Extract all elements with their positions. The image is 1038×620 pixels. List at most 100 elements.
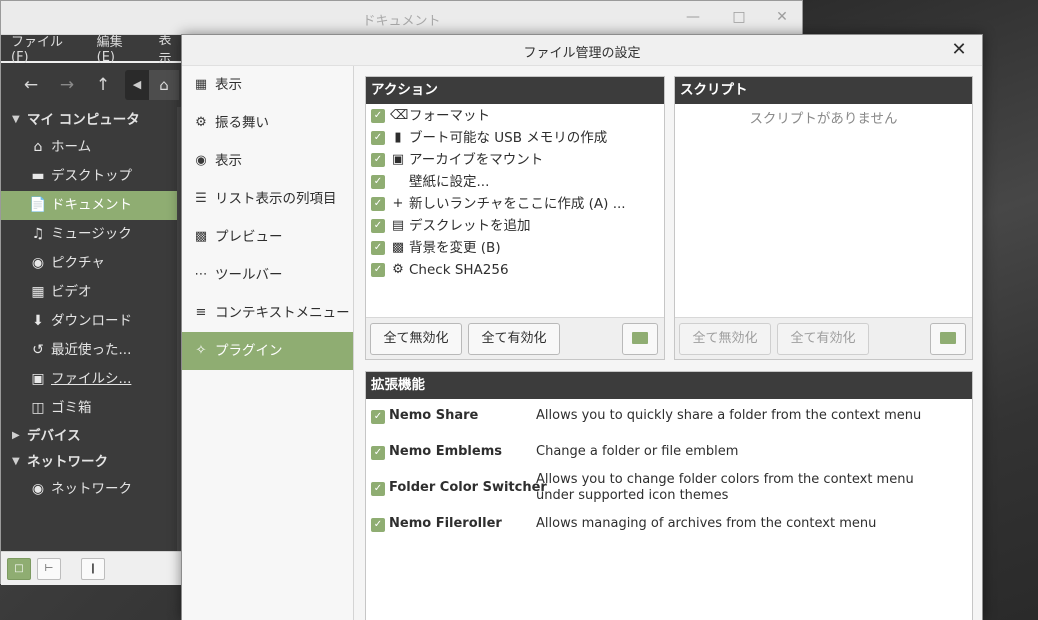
forward-arrow-icon[interactable]: → [49,70,85,100]
action-label: フォーマット [409,108,490,124]
scripts-open-folder-button[interactable] [930,323,966,355]
action-row[interactable]: ✓ ⌫ フォーマット [366,105,664,127]
sidebar-item-network[interactable]: ◉ ネットワーク [1,475,177,504]
menu-file[interactable]: ファイル (F) [11,31,81,65]
film-icon: ▦ [31,284,45,300]
extension-name: Nemo Emblems [389,444,502,459]
document-icon: 📄 [29,197,47,213]
sidebar-item-videos[interactable]: ▦ ビデオ [1,278,177,307]
sidebar-item-music[interactable]: ♫ ミュージック [1,220,177,249]
nav-item-label: 表示 [215,77,242,93]
nav-item-context-menu[interactable]: ≡ コンテキストメニュー [182,294,353,332]
nav-item-label: 振る舞い [215,115,269,131]
checkbox-checked-icon[interactable]: ✓ [371,109,385,123]
extension-name: Folder Color Switcher [389,480,547,495]
scripts-header: スクリプト [675,77,972,104]
sidebar-section-label: デバイス [27,428,81,444]
sidebar-item-home[interactable]: ⌂ ホーム [1,133,177,162]
sidebar-item-downloads[interactable]: ⬇ ダウンロード [1,307,177,336]
actions-disable-all-button[interactable]: 全て無効化 [370,323,462,355]
checkbox-checked-icon[interactable]: ✓ [371,410,385,424]
sidebar-section-network[interactable]: ▼ ネットワーク [1,449,177,475]
eye-icon: ◉ [195,153,207,168]
checkbox-checked-icon[interactable]: ✓ [371,175,385,189]
action-row[interactable]: ✓ ▩ 背景を変更 (B) [366,237,664,259]
nav-item-display[interactable]: ◉ 表示 [182,142,353,180]
dots-icon: ⋯ [194,267,208,282]
maximize-icon[interactable]: □ [729,7,749,27]
action-row[interactable]: ✓ + 新しいランチャをここに作成 (A) ... [366,193,664,215]
path-left-arrow-icon[interactable]: ◀ [125,70,149,100]
actions-enable-all-button[interactable]: 全て有効化 [468,323,560,355]
action-row[interactable]: ✓ ▮ ブート可能な USB メモリの作成 [366,127,664,149]
folder-icon [632,331,648,344]
checkbox-checked-icon[interactable]: ✓ [371,241,385,255]
checkbox-checked-icon[interactable]: ✓ [371,482,385,496]
action-row[interactable]: ✓ 壁紙に設定... [366,171,664,193]
scripts-disable-all-button[interactable]: 全て無効化 [679,323,771,355]
extension-name: Nemo Fileroller [389,516,502,531]
checkbox-checked-icon[interactable]: ✓ [371,263,385,277]
file-manager-titlebar[interactable]: ドキュメント — □ ✕ [1,1,802,35]
sidebar-section-devices[interactable]: ▶ デバイス [1,423,177,449]
path-home-icon[interactable]: ⌂ [149,70,179,100]
file-manager-statusbar: □ ⊢ ❙ [1,551,183,585]
up-arrow-icon[interactable]: ↑ [85,70,121,100]
action-row[interactable]: ✓ ⚙ Check SHA256 [366,259,664,281]
menu-icon: ≡ [195,305,207,320]
desklet-icon: ▤ [391,218,405,233]
nav-item-list-columns[interactable]: ☰ リスト表示の列項目 [182,180,353,218]
close-icon[interactable]: ✕ [772,7,792,27]
menu-edit[interactable]: 編集 (E) [97,31,143,65]
checkbox-checked-icon[interactable]: ✓ [371,518,385,532]
sidebar-item-label: ネットワーク [51,481,132,497]
sidebar-item-label: ホーム [51,139,92,155]
back-arrow-icon[interactable]: ← [13,70,49,100]
actions-open-folder-button[interactable] [622,323,658,355]
action-row[interactable]: ✓ ▤ デスクレットを追加 [366,215,664,237]
hide-sidebar-icon[interactable]: ❙ [81,558,105,580]
usb-icon: ▮ [394,130,402,145]
tree-toggle-icon[interactable]: ⊢ [37,558,61,580]
action-label: デスクレットを追加 [409,218,531,234]
sidebar-item-label: ドキュメント [51,197,132,213]
image-icon: ▩ [194,229,208,244]
sidebar-item-filesystem[interactable]: ▣ ファイルシ... [1,365,177,394]
extension-description: Allows managing of archives from the con… [536,516,877,531]
extension-name: Nemo Share [389,408,479,423]
sidebar-item-desktop[interactable]: ▬ デスクトップ [1,162,177,191]
expanded-arrow-icon: ▼ [12,456,20,467]
checkbox-checked-icon[interactable]: ✓ [371,197,385,211]
plus-icon: + [392,196,404,211]
extension-description: Allows you to change folder colors from … [536,472,914,503]
sidebar-item-label: ファイルシ... [51,371,132,387]
nav-item-preview[interactable]: ▩ プレビュー [182,218,353,256]
dialog-titlebar[interactable]: ファイル管理の設定 ✕ [182,35,982,66]
checkbox-checked-icon[interactable]: ✓ [371,446,385,460]
extensions-header: 拡張機能 [366,372,972,399]
gear-icon: ⚙ [195,115,207,130]
places-toggle-icon[interactable]: □ [7,558,31,580]
sidebar-item-trash[interactable]: ◫ ゴミ箱 [1,394,177,423]
scripts-enable-all-button[interactable]: 全て有効化 [777,323,869,355]
sidebar-item-label: ダウンロード [51,313,132,329]
action-row[interactable]: ✓ ▣ アーカイブをマウント [366,149,664,171]
file-manager-menubar: ファイル (F) 編集 (E) 表示 [1,33,183,67]
checkbox-checked-icon[interactable]: ✓ [371,219,385,233]
menu-view[interactable]: 表示 [158,29,183,67]
collapsed-arrow-icon: ▶ [12,430,20,441]
sidebar-section-my-computer[interactable]: ▼ マイ コンピュータ [1,107,177,133]
nav-item-view[interactable]: ▦ 表示 [182,66,353,104]
nav-item-plugins[interactable]: ✧ プラグイン [182,332,353,370]
checkbox-checked-icon[interactable]: ✓ [371,153,385,167]
scripts-footer: 全て無効化 全て有効化 [675,317,972,359]
checkbox-checked-icon[interactable]: ✓ [371,131,385,145]
nav-item-toolbar[interactable]: ⋯ ツールバー [182,256,353,294]
minimize-icon[interactable]: — [683,7,703,27]
sidebar-item-documents[interactable]: 📄 ドキュメント [1,191,177,220]
close-icon[interactable]: ✕ [948,39,970,61]
sidebar-item-label: ゴミ箱 [51,400,92,416]
sidebar-item-pictures[interactable]: ◉ ピクチャ [1,249,177,278]
sidebar-item-recent[interactable]: ↺ 最近使った... [1,336,177,365]
nav-item-behavior[interactable]: ⚙ 振る舞い [182,104,353,142]
